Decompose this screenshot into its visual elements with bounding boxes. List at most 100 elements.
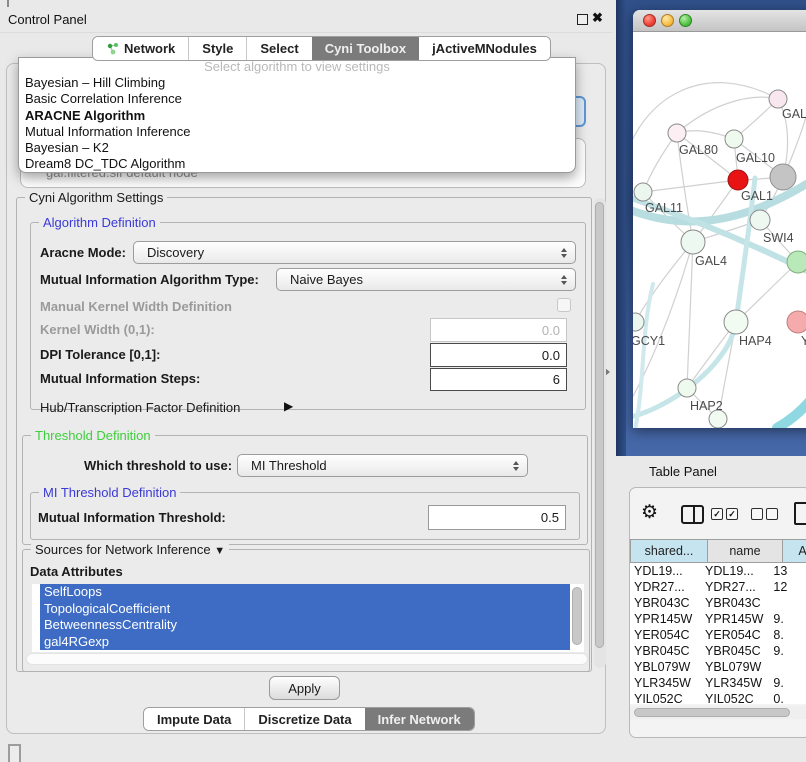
- attribute-item[interactable]: TopologicalCoefficient: [40, 601, 570, 618]
- tab-infer-network[interactable]: Infer Network: [365, 708, 474, 731]
- tab-impute-data[interactable]: Impute Data: [144, 708, 244, 731]
- mi-steps-field[interactable]: 6: [430, 368, 567, 391]
- network-node-gal[interactable]: [769, 90, 787, 108]
- dpi-tolerance-field[interactable]: 0.0: [430, 343, 567, 367]
- algorithm-option[interactable]: Dream8 DC_TDC Algorithm: [19, 156, 575, 172]
- table-row[interactable]: YBL079WYBL079W: [630, 659, 806, 675]
- tab-network[interactable]: Network: [93, 37, 188, 60]
- split-columns-icon[interactable]: [681, 505, 704, 524]
- manual-kernel-width-checkbox[interactable]: [557, 298, 571, 312]
- table-row[interactable]: YDL19...YDL19...13: [630, 563, 806, 579]
- table-cell: 9.: [769, 675, 806, 691]
- settings-gear-icon[interactable]: ⚙: [641, 501, 658, 524]
- select-all-checkbox-icon[interactable]: ✓: [726, 508, 738, 520]
- table-row[interactable]: YDR27...YDR27...12: [630, 579, 806, 595]
- tab-label: jActiveMNodules: [432, 37, 537, 60]
- node-label: GCY1: [633, 334, 665, 348]
- mi-algorithm-type-combo[interactable]: Naive Bayes: [276, 268, 576, 291]
- network-node-gal1[interactable]: [728, 170, 748, 190]
- network-window-titlebar[interactable]: [633, 10, 806, 32]
- node-label: GAL1: [741, 189, 773, 203]
- tab-cyni-toolbox[interactable]: Cyni Toolbox: [312, 37, 419, 60]
- network-edge[interactable]: [643, 180, 738, 192]
- table-row[interactable]: YLR345WYLR345W9.: [630, 675, 806, 691]
- table-cell: YBR045C: [630, 643, 701, 659]
- network-node-hap2[interactable]: [678, 379, 696, 397]
- algorithm-option[interactable]: Mutual Information Inference: [19, 124, 575, 140]
- table-row[interactable]: YPR145WYPR145W9.: [630, 611, 806, 627]
- table-cell: [769, 595, 806, 611]
- algorithm-option[interactable]: Bayesian – Hill Climbing: [19, 75, 575, 91]
- attributes-scrollbar-thumb[interactable]: [572, 587, 582, 645]
- network-edge-highlighted[interactable]: [777, 396, 806, 428]
- network-node-gal11[interactable]: [634, 183, 652, 201]
- table-row[interactable]: YER054CYER054C8.: [630, 627, 806, 643]
- kernel-width-field[interactable]: 0.0: [430, 318, 567, 342]
- tab-style[interactable]: Style: [188, 37, 246, 60]
- close-window-icon[interactable]: [643, 14, 656, 27]
- zoom-window-icon[interactable]: [679, 14, 692, 27]
- new-table-icon[interactable]: [794, 502, 806, 525]
- table-cell: YBR043C: [701, 595, 769, 611]
- attribute-item[interactable]: SelfLoops: [40, 584, 570, 601]
- network-node-gal80[interactable]: [668, 124, 686, 142]
- network-edge[interactable]: [677, 97, 778, 133]
- network-node-gal4[interactable]: [681, 230, 705, 254]
- column-header[interactable]: shared...: [630, 539, 708, 563]
- apply-button[interactable]: Apply: [269, 676, 340, 700]
- close-panel-icon[interactable]: ✖: [592, 10, 603, 26]
- network-node-gal10[interactable]: [725, 130, 743, 148]
- tab-discretize-data[interactable]: Discretize Data: [244, 708, 364, 731]
- deselect-all-checkbox-icon[interactable]: [751, 508, 763, 520]
- which-threshold-combo[interactable]: MI Threshold: [237, 454, 528, 477]
- table-row[interactable]: YIL052CYIL052C0.: [630, 691, 806, 704]
- attribute-item[interactable]: gal4RGexp: [40, 634, 570, 651]
- network-edge-highlighted[interactable]: [635, 284, 653, 428]
- table-row[interactable]: YBR043CYBR043C: [630, 595, 806, 611]
- network-node[interactable]: [787, 251, 806, 273]
- panel-grip-icon[interactable]: [8, 744, 21, 762]
- network-node-swi4[interactable]: [750, 210, 770, 230]
- minimize-window-icon[interactable]: [661, 14, 674, 27]
- algorithm-option[interactable]: Basic Correlation Inference: [19, 91, 575, 107]
- algorithm-option[interactable]: Bayesian – K2: [19, 140, 575, 156]
- node-label: Y: [801, 334, 806, 348]
- data-attributes-list[interactable]: SelfLoopsTopologicalCoefficientBetweenne…: [32, 584, 584, 652]
- horizontal-scrollbar[interactable]: [26, 653, 588, 665]
- tab-select[interactable]: Select: [246, 37, 311, 60]
- settings-scrollbar[interactable]: [594, 198, 606, 668]
- tab-label: Select: [260, 37, 298, 60]
- aracne-mode-combo[interactable]: Discovery: [133, 241, 576, 264]
- network-edge[interactable]: [687, 242, 693, 388]
- tab-jactivemnodules[interactable]: jActiveMNodules: [419, 37, 550, 60]
- attribute-item[interactable]: BetweennessCentrality: [40, 617, 570, 634]
- table-hscrollbar-thumb[interactable]: [634, 708, 790, 717]
- table-row[interactable]: YBR045CYBR045C9.: [630, 643, 806, 659]
- network-edge[interactable]: [635, 242, 693, 322]
- settings-scrollbar-thumb[interactable]: [595, 202, 604, 648]
- collapse-arrow-icon[interactable]: ▼: [214, 545, 225, 557]
- screen: Control Panel ✖ NetworkStyleSelectCyni T…: [0, 0, 806, 762]
- network-node-gcy1[interactable]: [633, 313, 644, 331]
- table-cell: [769, 659, 806, 675]
- column-header[interactable]: name: [708, 539, 783, 563]
- network-canvas[interactable]: GALGAL80GAL10GAL1GAL11GAL4SWI4GCY1HAP4YH…: [633, 32, 806, 428]
- algorithm-option[interactable]: ARACNE Algorithm: [19, 108, 575, 124]
- select-all-checkbox-icon[interactable]: ✓: [711, 508, 723, 520]
- deselect-all-checkbox-icon[interactable]: [766, 508, 778, 520]
- node-label: GAL80: [679, 143, 718, 157]
- node-label: SWI4: [763, 231, 794, 245]
- title-divider: [0, 32, 612, 33]
- network-node-hap4[interactable]: [724, 310, 748, 334]
- column-header[interactable]: A: [783, 539, 806, 563]
- network-node-y[interactable]: [787, 311, 806, 333]
- table-cell: 12: [769, 579, 806, 595]
- network-node[interactable]: [770, 164, 796, 190]
- float-panel-icon[interactable]: [577, 14, 588, 25]
- network-edge[interactable]: [643, 133, 677, 192]
- node-label: GAL10: [736, 151, 775, 165]
- table-hscrollbar[interactable]: [630, 706, 806, 719]
- hub-expand-arrow-icon[interactable]: ▶: [284, 399, 293, 413]
- mi-threshold-field[interactable]: 0.5: [428, 505, 566, 530]
- hub-section-label[interactable]: Hub/Transcription Factor Definition: [40, 400, 240, 415]
